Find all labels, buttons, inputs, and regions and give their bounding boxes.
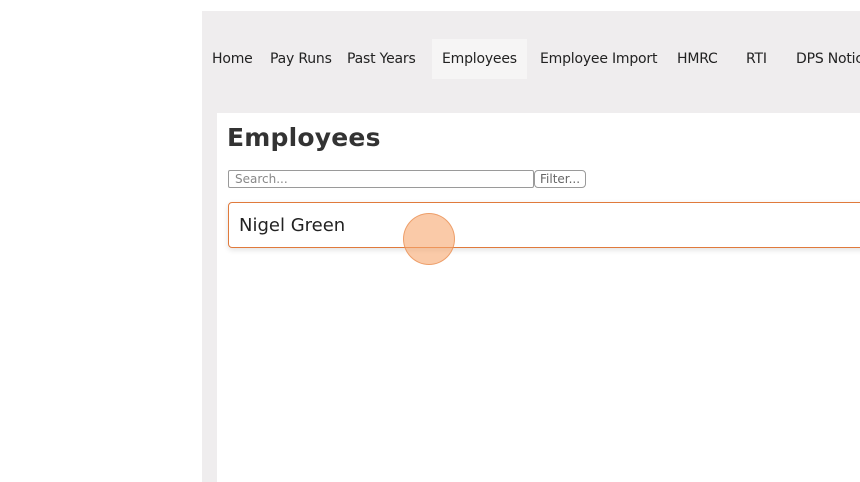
nav-item-home[interactable]: Home: [212, 39, 253, 79]
nav-item-dps-notices[interactable]: DPS Notices: [796, 39, 860, 79]
page-title: Employees: [227, 123, 381, 152]
nav-item-employees[interactable]: Employees: [432, 39, 527, 79]
nav-item-rti[interactable]: RTI: [746, 39, 767, 79]
nav-item-past-years[interactable]: Past Years: [347, 39, 416, 79]
nav-item-pay-runs[interactable]: Pay Runs: [270, 39, 332, 79]
nav-item-employee-import[interactable]: Employee Import: [540, 39, 657, 79]
top-navigation: Home Pay Runs Past Years Employees Emplo…: [202, 11, 860, 107]
main-content: Employees Filter... Nigel Green: [217, 113, 860, 482]
employee-name: Nigel Green: [239, 215, 346, 236]
search-input[interactable]: [228, 170, 534, 188]
click-indicator: [403, 213, 455, 265]
app-window: Home Pay Runs Past Years Employees Emplo…: [202, 11, 860, 482]
employee-row[interactable]: Nigel Green: [228, 202, 860, 248]
filter-button[interactable]: Filter...: [534, 170, 587, 188]
nav-item-hmrc[interactable]: HMRC: [677, 39, 718, 79]
